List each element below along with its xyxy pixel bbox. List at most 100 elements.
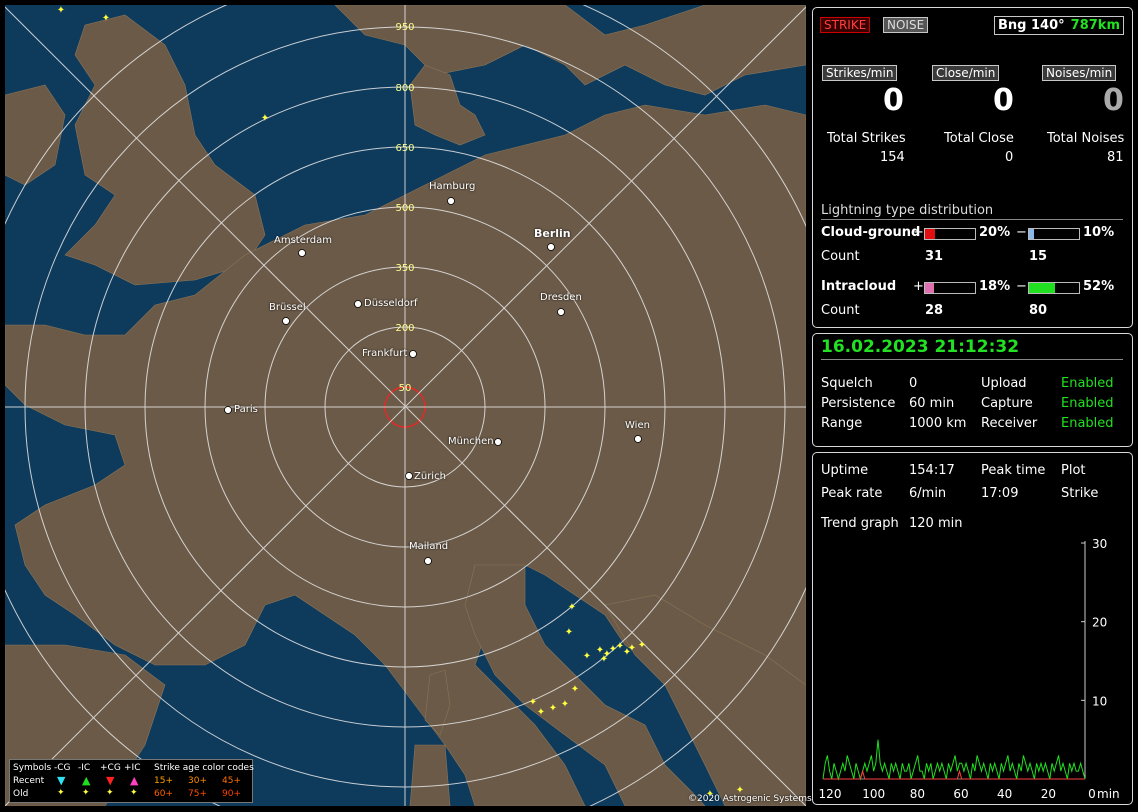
trend-series: [822, 739, 1086, 781]
distribution-divider: [821, 219, 1123, 220]
range-label: Range: [821, 416, 863, 431]
svg-text:✦: ✦: [261, 113, 269, 124]
noises-per-min-value: 0: [1103, 83, 1124, 118]
land-ireland: [5, 84, 66, 186]
range-label-200: 200: [395, 323, 414, 334]
trend-chart: 10 20 30 120 100 80 60 40 20 0 min: [819, 537, 1120, 801]
peak-time-value: 17:09: [981, 486, 1019, 501]
legend-neg-ic-icon: ▲: [82, 774, 91, 787]
bearing-label: Bng 140°: [998, 18, 1065, 33]
svg-text:✦: ✦: [638, 640, 646, 651]
trend-panel: Uptime 154:17 Peak time Plot Peak rate 6…: [812, 452, 1133, 805]
city-label-duesseldorf: Düsseldorf: [364, 298, 418, 309]
svg-text:✦: ✦: [549, 703, 557, 714]
svg-text:✦: ✦: [568, 602, 576, 613]
bearing-distance: 787km: [1070, 18, 1120, 33]
legend-type-neg-ic: -IC: [78, 763, 91, 773]
strikes-per-min-value: 0: [883, 83, 904, 118]
capture-label: Capture: [981, 396, 1033, 411]
ic-negative-count: 80: [1029, 303, 1048, 318]
svg-text:✦: ✦: [600, 654, 608, 665]
legend-type-pos-cg: +CG: [100, 763, 121, 773]
ic-minus-sign: −: [1016, 279, 1027, 294]
intracloud-label: Intracloud: [821, 279, 897, 294]
trend-x-tick-label: 40: [997, 787, 1012, 801]
city-label-zuerich: Zürich: [414, 471, 446, 482]
status-panel: 16.02.2023 21:12:32 Squelch 0 Upload Ena…: [812, 333, 1133, 447]
land-scandinavia: [334, 5, 806, 96]
svg-text:✦: ✦: [102, 13, 110, 24]
datetime-display: 16.02.2023 21:12:32: [821, 337, 1020, 357]
legend-neg-cg-icon: ▼: [57, 774, 66, 787]
ic-negative-bar: [1028, 282, 1080, 294]
city-label-wien: Wien: [625, 420, 650, 431]
ic-positive-percent: 18%: [979, 279, 1011, 294]
city-label-frankfurt: Frankfurt: [362, 348, 408, 359]
legend-type-neg-cg: -CG: [54, 763, 71, 773]
legend-old-label: Old: [13, 789, 29, 799]
noises-per-min-button[interactable]: Noises/min: [1042, 65, 1117, 81]
cg-positive-count: 31: [925, 249, 944, 264]
trend-x-tick-label: 60: [953, 787, 968, 801]
uptime-value: 154:17: [909, 463, 955, 478]
receiver-label: Receiver: [981, 416, 1038, 431]
city-label-paris: Paris: [234, 404, 258, 415]
trend-x-tick-label: 0: [1088, 787, 1096, 801]
land-sardinia: [409, 744, 451, 806]
city-label-muenchen: München: [448, 436, 494, 447]
bearing-box: Bng 140° 787km: [994, 16, 1124, 35]
cg-minus-sign: −: [1016, 225, 1027, 240]
plot-value[interactable]: Strike: [1061, 486, 1098, 501]
total-close-value: 0: [1005, 150, 1014, 165]
city-label-amsterdam: Amsterdam: [274, 235, 333, 246]
legend-recent-label: Recent: [13, 776, 45, 786]
range-label-50: 50: [399, 383, 412, 394]
svg-text:✦: ✦: [571, 684, 579, 695]
strikes-per-min-button[interactable]: Strikes/min: [822, 65, 898, 81]
range-label-950: 950: [395, 22, 414, 33]
close-per-min-value: 0: [993, 83, 1014, 118]
legend-age-60: 60+: [154, 789, 173, 799]
receiver-status: Enabled: [1061, 416, 1114, 431]
legend-type-pos-ic: +IC: [124, 763, 141, 773]
persistence-value: 60 min: [909, 396, 955, 411]
ic-positive-count: 28: [925, 303, 944, 318]
land-britain: [64, 14, 266, 286]
cg-positive-fill: [925, 229, 935, 239]
ic-positive-fill: [925, 283, 934, 293]
trend-graph-label: Trend graph: [821, 516, 899, 531]
legend-old-icon-4: ✦: [130, 788, 138, 798]
legend-age-15: 15+: [154, 776, 173, 786]
range-label-500: 500: [395, 203, 414, 214]
trend-x-tick-label: 100: [862, 787, 885, 801]
ic-negative-percent: 52%: [1083, 279, 1115, 294]
strike-button[interactable]: STRIKE: [820, 17, 871, 33]
range-label-350: 350: [395, 263, 414, 274]
svg-text:✦: ✦: [583, 651, 591, 662]
trend-y-tick-label: 20: [1092, 616, 1107, 630]
trend-x-tick-label: 120: [819, 787, 842, 801]
ic-count-label: Count: [821, 303, 860, 318]
legend-old-icon-1: ✦: [57, 788, 65, 798]
range-value: 1000 km: [909, 416, 967, 431]
cg-negative-percent: 10%: [1083, 225, 1115, 240]
city-label-berlin: Berlin: [534, 227, 571, 240]
trend-graph-value: 120 min: [909, 516, 963, 531]
close-per-min-button[interactable]: Close/min: [932, 65, 1000, 81]
persistence-label: Persistence: [821, 396, 896, 411]
city-label-mailand: Mailand: [409, 541, 449, 552]
squelch-value: 0: [909, 376, 918, 391]
lightning-map[interactable]: 950 800 650 500 350 200 50 ✦ ✦ ✦ ✦ ✦ ✦ ✦…: [5, 5, 806, 806]
legend-pos-cg-icon: ▼: [106, 774, 115, 787]
cg-count-label: Count: [821, 249, 860, 264]
map-legend: Symbols -CG -IC +CG +IC Strike age color…: [9, 759, 254, 803]
noise-button[interactable]: NOISE: [883, 17, 929, 33]
total-strikes-value: 154: [880, 150, 905, 165]
capture-status: Enabled: [1061, 396, 1114, 411]
counters-panel: STRIKE NOISE Bng 140° 787km Strikes/min …: [812, 7, 1133, 328]
legend-symbols-label: Symbols: [13, 763, 52, 773]
legend-age-90: 90+: [222, 789, 241, 799]
svg-text:✦: ✦: [565, 627, 573, 638]
land-denmark: [409, 64, 486, 146]
svg-text:✦: ✦: [57, 5, 65, 16]
